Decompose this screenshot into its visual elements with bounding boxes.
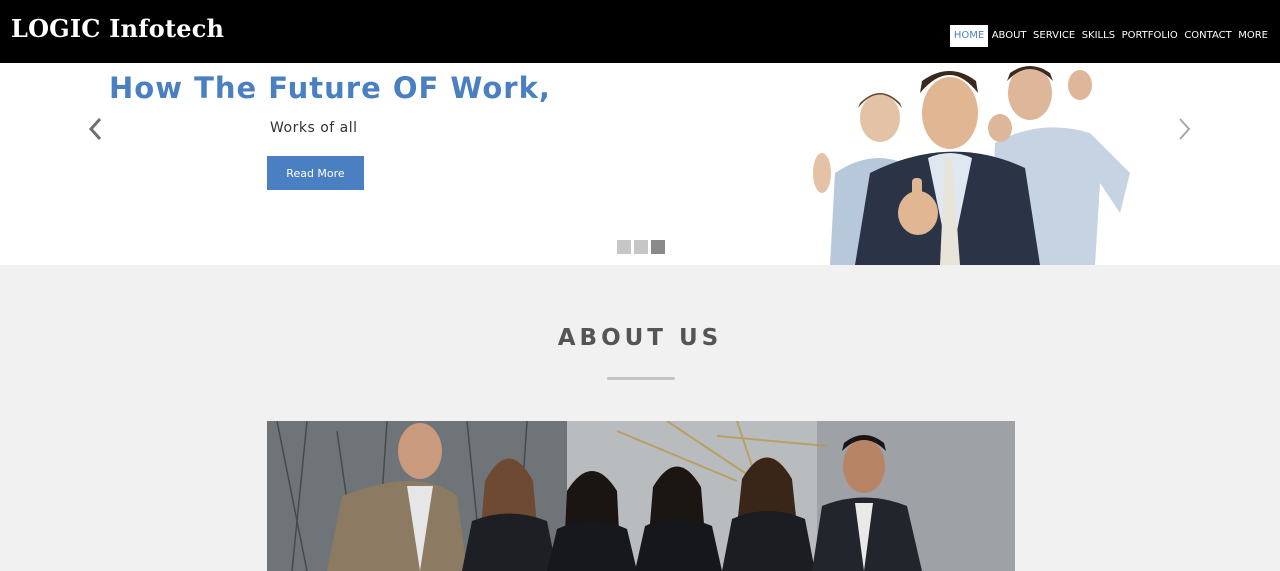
chevron-right-icon[interactable] xyxy=(1175,115,1195,143)
nav-service[interactable]: SERVICE xyxy=(1030,25,1078,47)
about-title-divider xyxy=(607,377,675,380)
nav-about[interactable]: ABOUT xyxy=(989,25,1030,47)
about-team-image xyxy=(267,421,1015,571)
nav-contact[interactable]: CONTACT xyxy=(1181,25,1234,47)
about-title: ABOUT US xyxy=(557,325,723,351)
main-nav: HOME ABOUT SERVICE SKILLS PORTFOLIO CONT… xyxy=(949,25,1271,47)
nav-skills[interactable]: SKILLS xyxy=(1079,25,1118,47)
nav-more[interactable]: MORE xyxy=(1235,25,1271,47)
read-more-button[interactable]: Read More xyxy=(267,156,364,190)
nav-home[interactable]: HOME xyxy=(949,25,989,47)
navbar: LOGIC Infotech HOME ABOUT SERVICE SKILLS… xyxy=(0,0,1280,63)
hero-title: How The Future OF Work, xyxy=(109,71,551,105)
slide-dot-2[interactable] xyxy=(634,240,648,254)
slide-dot-1[interactable] xyxy=(617,240,631,254)
chevron-left-icon[interactable] xyxy=(86,115,106,143)
slide-dot-3[interactable] xyxy=(651,240,665,254)
brand-logo[interactable]: LOGIC Infotech xyxy=(11,14,224,43)
hero-subtitle: Works of all xyxy=(270,120,358,136)
slide-indicators xyxy=(617,240,668,254)
nav-portfolio[interactable]: PORTFOLIO xyxy=(1119,25,1181,47)
hero-image xyxy=(813,66,1130,265)
hero-slider: How The Future OF Work, Works of all Rea… xyxy=(0,63,1280,265)
